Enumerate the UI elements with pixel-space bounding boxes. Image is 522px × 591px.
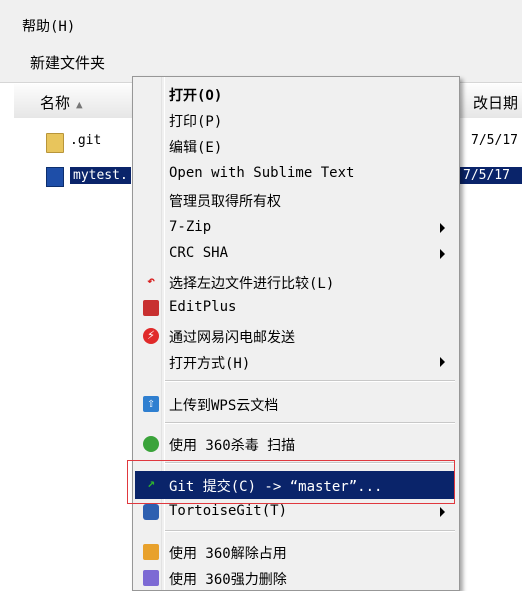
menu-item-360-delete[interactable]: 使用 360强力删除 — [135, 565, 455, 591]
menu-item-label: 打印(P) — [169, 114, 223, 130]
menu-item-label: 使用 360解除占用 — [169, 546, 287, 562]
sort-ascending-icon: ▲ — [76, 98, 83, 111]
new-folder-button[interactable]: 新建文件夹 — [30, 52, 105, 73]
shred-icon — [143, 570, 159, 586]
menu-item-label: 通过网易闪电邮发送 — [169, 330, 295, 346]
shield-icon — [143, 436, 159, 452]
menu-item-label: 编辑(E) — [169, 140, 223, 156]
menu-item-crc-sha[interactable]: CRC SHA — [135, 241, 455, 267]
menu-separator — [165, 530, 455, 532]
help-menu[interactable]: 帮助(H) — [22, 16, 75, 36]
submenu-arrow-icon — [440, 223, 445, 233]
git-commit-icon: ↗ — [147, 476, 155, 491]
file-name: mytest. — [70, 167, 131, 184]
menu-item-editplus[interactable]: EditPlus — [135, 295, 455, 321]
menu-item-label: Open with Sublime Text — [169, 165, 355, 181]
menu-item-open[interactable]: 打开(O) — [135, 81, 455, 107]
file-date: 7/5/17 — [471, 133, 518, 148]
context-menu: 打开(O) 打印(P) 编辑(E) Open with Sublime Text… — [132, 76, 460, 591]
menu-item-take-ownership[interactable]: 管理员取得所有权 — [135, 187, 455, 213]
file-icon — [46, 167, 64, 187]
tortoisegit-icon — [143, 504, 159, 520]
submenu-arrow-icon — [440, 507, 445, 517]
menu-item-sublime[interactable]: Open with Sublime Text — [135, 161, 455, 187]
menu-item-label: 打开(O) — [169, 88, 223, 104]
menu-separator — [165, 422, 455, 424]
column-name-label: 名称 — [40, 94, 71, 112]
menu-bar: 帮助(H) — [0, 0, 522, 42]
menu-separator — [165, 462, 455, 464]
file-date: 7/5/17 — [460, 167, 522, 184]
file-name: .git — [70, 133, 102, 148]
menu-item-wps-upload[interactable]: ⇧ 上传到WPS云文档 — [135, 391, 455, 417]
menu-item-label: 打开方式(H) — [169, 356, 251, 372]
menu-separator — [165, 380, 455, 382]
menu-item-edit[interactable]: 编辑(E) — [135, 133, 455, 159]
menu-item-7zip[interactable]: 7-Zip — [135, 215, 455, 241]
submenu-arrow-icon — [440, 357, 445, 367]
menu-item-360-unlock[interactable]: 使用 360解除占用 — [135, 539, 455, 565]
menu-item-label: 7-Zip — [169, 219, 212, 235]
menu-item-label: 使用 360强力删除 — [169, 572, 287, 588]
unlock-icon — [143, 544, 159, 560]
wps-cloud-icon: ⇧ — [143, 396, 159, 412]
menu-item-git-commit[interactable]: ↗ Git 提交(C) -> “master”... — [135, 471, 455, 499]
netease-mail-icon: ⚡ — [143, 328, 159, 344]
menu-item-360-scan[interactable]: 使用 360杀毒 扫描 — [135, 431, 455, 457]
menu-item-print[interactable]: 打印(P) — [135, 107, 455, 133]
editplus-icon — [143, 300, 159, 316]
column-name[interactable]: 名称 ▲ — [40, 92, 83, 113]
menu-item-tortoisegit[interactable]: TortoiseGit(T) — [135, 499, 455, 525]
menu-item-open-with[interactable]: 打开方式(H) — [135, 349, 455, 375]
menu-item-label: CRC SHA — [169, 245, 229, 261]
submenu-arrow-icon — [440, 249, 445, 259]
menu-item-compare-left[interactable]: ↶ 选择左边文件进行比较(L) — [135, 269, 455, 295]
menu-item-netease-mail[interactable]: ⚡ 通过网易闪电邮发送 — [135, 323, 455, 349]
menu-item-label: 选择左边文件进行比较(L) — [169, 276, 335, 292]
menu-item-label: 管理员取得所有权 — [169, 194, 281, 210]
column-date[interactable]: 改日期 — [473, 92, 518, 113]
menu-item-label: Git 提交(C) -> “master”... — [169, 479, 383, 495]
folder-icon — [46, 133, 64, 153]
menu-item-label: TortoiseGit(T) — [169, 503, 288, 519]
menu-item-label: EditPlus — [169, 299, 237, 315]
menu-item-label: 上传到WPS云文档 — [169, 398, 279, 414]
compare-arrow-icon: ↶ — [147, 274, 155, 289]
menu-item-label: 使用 360杀毒 扫描 — [169, 438, 296, 454]
